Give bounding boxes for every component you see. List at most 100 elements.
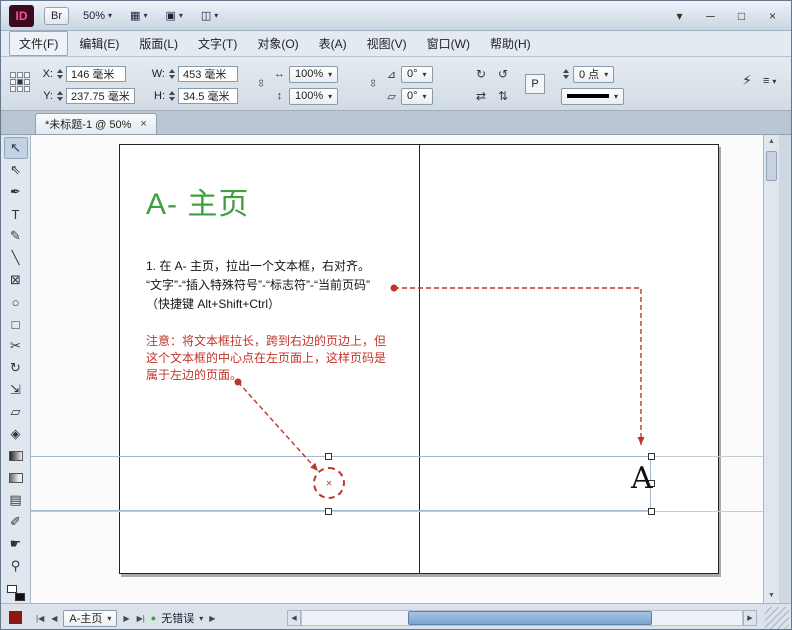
rotate-cw-button[interactable]: ↻ — [471, 65, 491, 83]
stroke-type-field[interactable] — [561, 87, 625, 105]
note-tool[interactable]: ▤ — [4, 489, 28, 511]
selection-tool[interactable]: ↖ — [3, 137, 28, 159]
shear-field[interactable]: ▱ 0° — [385, 87, 433, 105]
width-field[interactable]: W: 453 毫米 — [149, 65, 238, 83]
preflight-menu-caret[interactable]: ▾ — [199, 614, 203, 623]
scroll-left-icon[interactable]: ◀ — [287, 610, 301, 626]
minimize-button[interactable]: ─ — [700, 7, 721, 25]
scroll-down-icon[interactable]: ▼ — [764, 589, 779, 603]
fill-stroke-swatch[interactable] — [6, 585, 25, 601]
shear-dropdown[interactable]: 0° — [401, 87, 433, 105]
frame-handle-bottom-right[interactable] — [648, 508, 655, 515]
menu-window[interactable]: 窗口(W) — [418, 32, 479, 55]
width-value[interactable]: 453 毫米 — [178, 66, 238, 82]
direct-selection-tool[interactable]: ⇖ — [4, 159, 28, 181]
flip-horizontal-button[interactable]: ⇄ — [471, 87, 491, 105]
arrange-documents-dropdown[interactable]: ◫ — [197, 7, 222, 24]
zoom-level-dropdown[interactable]: 50% — [79, 8, 116, 24]
type-tool[interactable]: T — [4, 203, 28, 225]
screen-mode-dropdown[interactable]: ▣ — [161, 7, 186, 24]
next-page-button[interactable]: ▶ — [122, 612, 130, 625]
horizontal-scrollbar[interactable]: ◀ ▶ — [287, 610, 757, 626]
master-page-heading[interactable]: A- 主页 — [146, 179, 249, 223]
view-options-dropdown[interactable]: ▦ — [126, 7, 151, 24]
rectangle-frame-tool[interactable]: ⊠ — [4, 269, 28, 291]
fill-color-swatch[interactable] — [9, 611, 22, 624]
center-point-annotation[interactable]: ✕ — [313, 467, 345, 499]
height-stepper[interactable] — [167, 88, 176, 104]
status-expand-button[interactable]: ▶ — [208, 612, 216, 625]
frame-handle-top-center[interactable] — [325, 453, 332, 460]
document-tab[interactable]: *未标题-1 @ 50% × — [35, 113, 157, 134]
constrain-dimensions-chain-icon[interactable]: ∞ — [255, 79, 267, 87]
flip-vertical-button[interactable]: ⇅ — [493, 87, 513, 105]
free-transform-tool[interactable]: ◈ — [4, 423, 28, 445]
scissors-tool[interactable]: ✂ — [4, 335, 28, 357]
eyedropper-tool[interactable]: ✐ — [4, 511, 28, 533]
hand-tool[interactable]: ☛ — [4, 533, 28, 555]
menu-file[interactable]: 文件(F) — [9, 31, 69, 56]
scale-y-dropdown[interactable]: 100% — [289, 87, 339, 105]
menu-table[interactable]: 表(A) — [310, 32, 356, 55]
vertical-scrollbar[interactable]: ▲ ▼ — [763, 135, 779, 603]
height-field[interactable]: H: 34.5 毫米 — [149, 87, 238, 105]
bridge-button[interactable]: Br — [44, 6, 69, 25]
pencil-tool[interactable]: ✎ — [4, 225, 28, 247]
scale-x-field[interactable]: ↔ 100% — [273, 65, 339, 83]
rotation-dropdown[interactable]: 0° — [401, 65, 433, 83]
scroll-right-icon[interactable]: ▶ — [743, 610, 757, 626]
scale-y-field[interactable]: ↕ 100% — [273, 87, 339, 105]
vertical-scroll-thumb[interactable] — [766, 151, 777, 181]
last-page-button[interactable]: ▶| — [136, 612, 146, 625]
stroke-weight-dropdown[interactable]: 0 点 — [573, 65, 615, 83]
quick-apply-icon[interactable]: ⚡ — [737, 71, 757, 89]
prev-page-button[interactable]: ◀ — [50, 612, 58, 625]
select-container-button[interactable]: P — [525, 74, 545, 94]
width-stepper[interactable] — [167, 66, 176, 82]
menu-help[interactable]: 帮助(H) — [481, 32, 540, 55]
gradient-swatch-tool[interactable] — [4, 445, 28, 467]
instruction-text[interactable]: 1. 在 A- 主页，拉出一个文本框，右对齐。 “文字”-“插入特殊符号”-“标… — [146, 257, 370, 314]
x-stepper[interactable] — [55, 66, 64, 82]
horizontal-scroll-track[interactable] — [301, 610, 743, 626]
y-value[interactable]: 237.75 毫米 — [66, 88, 135, 104]
height-value[interactable]: 34.5 毫米 — [178, 88, 238, 104]
rotation-field[interactable]: ⊿ 0° — [385, 65, 433, 83]
frame-handle-bottom-center[interactable] — [325, 508, 332, 515]
ellipse-tool[interactable]: ○ — [4, 291, 28, 313]
stroke-type-dropdown[interactable] — [561, 87, 625, 105]
pen-tool[interactable]: ✒ — [4, 181, 28, 203]
stroke-weight-field[interactable]: 0 点 — [561, 65, 615, 83]
frame-handle-top-right[interactable] — [648, 453, 655, 460]
scale-tool[interactable]: ⇲ — [4, 379, 28, 401]
stroke-weight-stepper[interactable] — [561, 66, 570, 82]
y-position-field[interactable]: Y: 237.75 毫米 — [37, 87, 135, 105]
scroll-up-icon[interactable]: ▲ — [764, 135, 779, 149]
control-panel-menu[interactable]: ≡ — [759, 73, 780, 89]
menu-edit[interactable]: 编辑(E) — [70, 32, 128, 55]
tab-close-icon[interactable]: × — [140, 118, 146, 130]
rotate-ccw-button[interactable]: ↺ — [493, 65, 513, 83]
shear-tool[interactable]: ▱ — [4, 401, 28, 423]
x-position-field[interactable]: X: 146 毫米 — [37, 65, 126, 83]
horizontal-scroll-thumb[interactable] — [408, 611, 652, 625]
first-page-button[interactable]: |◀ — [35, 612, 45, 625]
page-dropdown[interactable]: A-主页 — [63, 609, 118, 627]
menu-view[interactable]: 视图(V) — [358, 32, 416, 55]
rectangle-tool[interactable]: □ — [4, 313, 28, 335]
menu-layout[interactable]: 版面(L) — [130, 32, 187, 55]
close-button[interactable]: × — [762, 7, 783, 25]
gradient-feather-tool[interactable] — [4, 467, 28, 489]
y-stepper[interactable] — [55, 88, 64, 104]
resize-grip[interactable] — [765, 607, 789, 629]
rotate-tool[interactable]: ↻ — [4, 357, 28, 379]
zoom-tool[interactable]: ⚲ — [4, 555, 28, 577]
note-text[interactable]: 注意：将文本框拉长，跨到右边的页边上，但 这个文本框的中心点在左页面上，这样页码… — [146, 333, 386, 384]
scale-x-dropdown[interactable]: 100% — [289, 65, 339, 83]
constrain-scale-chain-icon[interactable]: ∞ — [367, 79, 379, 87]
line-tool[interactable]: ╲ — [4, 247, 28, 269]
menu-type[interactable]: 文字(T) — [189, 32, 246, 55]
x-value[interactable]: 146 毫米 — [66, 66, 126, 82]
reference-point-proxy[interactable] — [10, 72, 30, 92]
document-canvas[interactable]: A- 主页 1. 在 A- 主页，拉出一个文本框，右对齐。 “文字”-“插入特殊… — [31, 135, 763, 603]
